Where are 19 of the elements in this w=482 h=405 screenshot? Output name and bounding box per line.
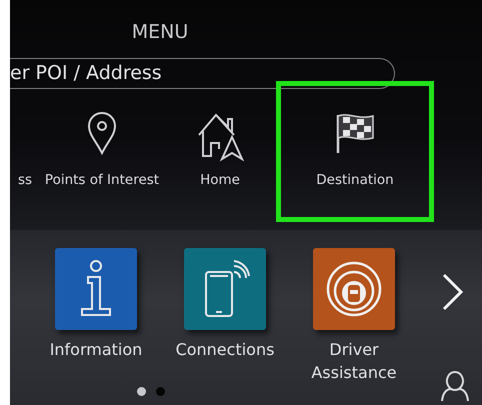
pin-icon	[86, 111, 118, 155]
page-dot[interactable]	[156, 387, 165, 396]
app-tile[interactable]	[55, 248, 137, 330]
app-label: Information	[48, 339, 144, 361]
app-tile[interactable]	[184, 248, 266, 330]
app-label: Driver Assistance	[310, 339, 398, 384]
nav-item[interactable]: Home	[164, 89, 276, 222]
app-tile[interactable]	[313, 248, 395, 330]
menu-title: MENU	[130, 20, 190, 44]
person-icon[interactable]	[438, 370, 472, 402]
app-label: Connections	[174, 339, 276, 361]
next-icon[interactable]	[440, 272, 466, 312]
nav-item[interactable]: ss	[10, 89, 40, 222]
nav-item[interactable]: Points of Interest	[40, 89, 164, 222]
home-icon	[196, 111, 244, 163]
car-sensor-icon	[325, 260, 383, 318]
search-field[interactable]: er POI / Address	[10, 58, 395, 89]
page-dot[interactable]	[137, 387, 146, 396]
nav-item[interactable]: Destination	[276, 81, 434, 222]
